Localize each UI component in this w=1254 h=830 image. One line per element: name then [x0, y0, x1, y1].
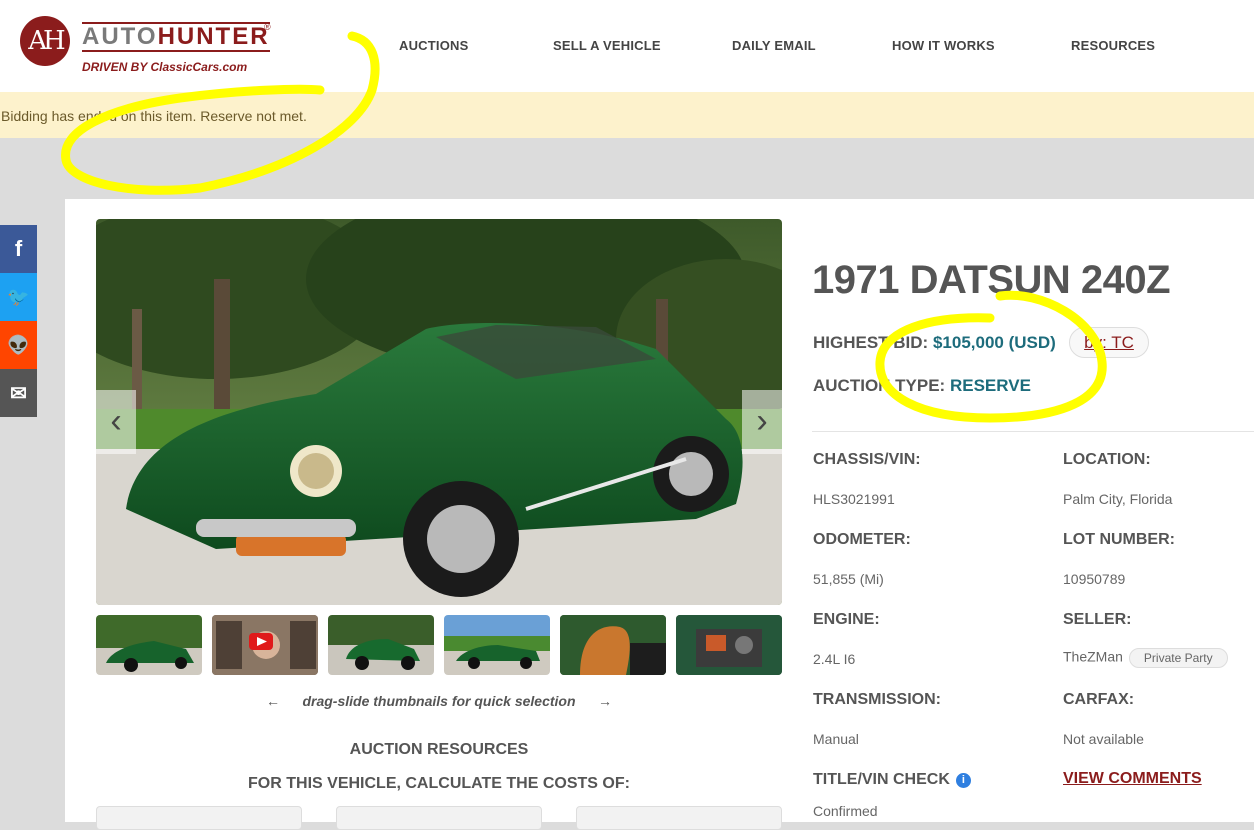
seller-row: TheZMan Private Party: [1063, 648, 1228, 668]
title-check-label: TITLE/VIN CHECK: [813, 771, 950, 788]
nav-daily-email[interactable]: DAILY EMAIL: [732, 38, 816, 53]
cost-calculator-3[interactable]: [576, 806, 782, 830]
highest-bid-label: HIGHEST BID:: [813, 333, 929, 352]
thumbnail-interior: [560, 615, 666, 675]
chassis-label: CHASSIS/VIN:: [813, 451, 921, 468]
vehicle-title: 1971 DATSUN 240Z: [812, 258, 1171, 302]
transmission-value: Manual: [813, 731, 859, 747]
gallery-prev-button[interactable]: ‹: [96, 390, 136, 454]
thumbnail-video-still: [212, 615, 318, 675]
auction-ended-notice: Bidding has ended on this item. Reserve …: [0, 92, 1254, 138]
location-label: LOCATION:: [1063, 451, 1151, 468]
site-header: AH AUTOHUNTER ® DRIVEN BY ClassicCars.co…: [0, 0, 1254, 92]
lot-number-label: LOT NUMBER:: [1063, 531, 1175, 548]
engine-value: 2.4L I6: [813, 651, 856, 667]
bidder-link[interactable]: by: TC: [1069, 327, 1149, 358]
title-check-row: TITLE/VIN CHECK i: [813, 771, 971, 789]
thumbnail-2-video[interactable]: [212, 615, 318, 675]
car-photo-illustration: [96, 219, 782, 605]
view-comments-link[interactable]: VIEW COMMENTS: [1063, 770, 1202, 788]
title-check-value: Confirmed: [813, 803, 878, 819]
seller-value[interactable]: TheZMan: [1063, 649, 1123, 665]
registered-mark: ®: [264, 22, 271, 32]
notice-text: Bidding has ended on this item. Reserve …: [1, 108, 307, 124]
nav-auctions[interactable]: AUCTIONS: [399, 38, 469, 53]
gallery-next-button[interactable]: ›: [742, 390, 782, 454]
nav-sell-a-vehicle[interactable]: SELL A VEHICLE: [553, 38, 661, 53]
transmission-label: TRANSMISSION:: [813, 691, 941, 708]
auction-resources-title: AUCTION RESOURCES: [349, 741, 529, 758]
odometer-label: ODOMETER:: [813, 531, 911, 548]
nav-resources[interactable]: RESOURCES: [1071, 38, 1155, 53]
reddit-share-button[interactable]: 👽: [0, 321, 37, 369]
logo-mark-icon: AH: [20, 16, 70, 66]
specs-divider: [812, 431, 1254, 432]
location-value: Palm City, Florida: [1063, 491, 1173, 507]
thumbnail-car-side: [456, 645, 540, 669]
odometer-value: 51,855 (Mi): [813, 571, 884, 587]
chevron-left-icon: ‹: [110, 402, 122, 440]
highest-bid-value: $105,000 (USD): [932, 333, 1056, 352]
seller-label: SELLER:: [1063, 611, 1132, 628]
thumbnail-hint: ← drag-slide thumbnails for quick select…: [266, 693, 612, 709]
email-share-button[interactable]: ✉: [0, 369, 37, 417]
auction-resources-subtitle: FOR THIS VEHICLE, CALCULATE THE COSTS OF…: [248, 775, 630, 792]
info-icon[interactable]: i: [955, 773, 971, 788]
autohunter-logo[interactable]: AH AUTOHUNTER ® DRIVEN BY ClassicCars.co…: [20, 16, 280, 78]
facebook-icon: f: [14, 236, 23, 261]
auction-type-value: RESERVE: [949, 376, 1031, 395]
chassis-value: HLS3021991: [813, 491, 895, 507]
thumbnail-4[interactable]: [444, 615, 550, 675]
twitter-icon: 🐦: [7, 286, 30, 307]
logo-wordmark: AUTOHUNTER: [82, 22, 270, 52]
cost-calculator-1[interactable]: [96, 806, 302, 830]
email-icon: ✉: [10, 382, 27, 405]
thumbnail-hint-text: drag-slide thumbnails for quick selectio…: [302, 693, 576, 709]
arrow-right-icon[interactable]: →: [598, 693, 612, 709]
logo-word-auto: AUTO: [82, 23, 158, 50]
arrow-left-icon[interactable]: ←: [266, 693, 280, 709]
auction-type-row: AUCTION TYPE: RESERVE: [813, 376, 1031, 396]
thumbnail-car-front: [106, 641, 194, 672]
logo-word-hunter: HUNTER: [157, 23, 270, 50]
carfax-label: CARFAX:: [1063, 691, 1135, 708]
reddit-icon: 👽: [7, 334, 30, 355]
thumbnail-1[interactable]: [96, 615, 202, 675]
thumbnail-engine: [676, 615, 782, 675]
thumbnail-3[interactable]: [328, 615, 434, 675]
facebook-share-button[interactable]: f: [0, 225, 37, 273]
nav-how-it-works[interactable]: HOW IT WORKS: [892, 38, 995, 53]
thumbnail-5[interactable]: [560, 615, 666, 675]
thumbnail-6[interactable]: [676, 615, 782, 675]
carfax-value: Not available: [1063, 731, 1144, 747]
logo-tagline: DRIVEN BY ClassicCars.com: [82, 60, 248, 74]
twitter-share-button[interactable]: 🐦: [0, 273, 37, 321]
engine-label: ENGINE:: [813, 611, 880, 628]
auction-type-label: AUCTION TYPE:: [813, 376, 946, 395]
main-vehicle-photo[interactable]: [96, 219, 782, 605]
seller-type-badge: Private Party: [1128, 648, 1228, 668]
cost-calculator-2[interactable]: [336, 806, 542, 830]
lot-number-value: 10950789: [1063, 571, 1126, 587]
thumbnail-car-rear: [346, 639, 420, 670]
chevron-right-icon: ›: [756, 402, 768, 440]
highest-bid-row: HIGHEST BID: $105,000 (USD): [813, 333, 1056, 353]
